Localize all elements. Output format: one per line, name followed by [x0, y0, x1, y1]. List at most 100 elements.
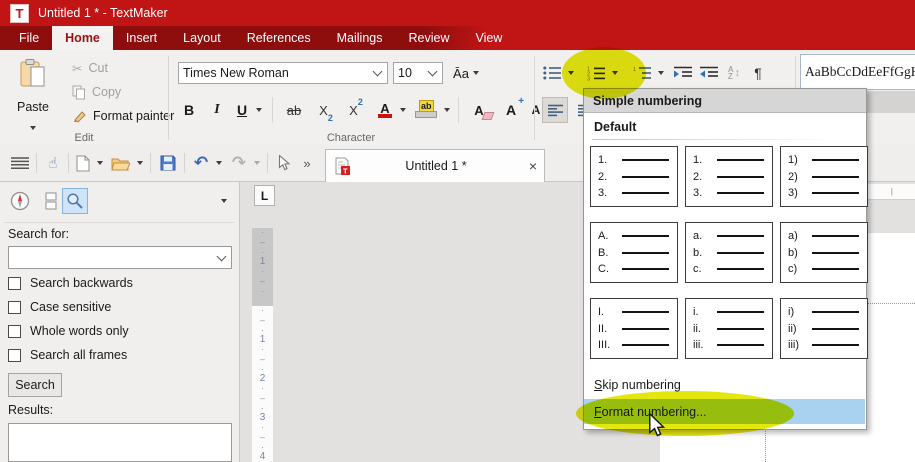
numbering-preset-123[interactable]: 1)2)3) — [780, 146, 868, 207]
option-whole-words-only[interactable]: Whole words only — [8, 323, 129, 339]
vertical-ruler[interactable]: ·–·1·–·2·–·3·–·4 — [252, 306, 273, 462]
checkbox-icon[interactable] — [8, 277, 21, 290]
superscript-button[interactable]: X2 — [342, 97, 370, 123]
numbering-preset-abc[interactable]: a.b.c. — [685, 222, 773, 283]
sort-button[interactable]: AZ ↕ — [722, 60, 746, 86]
document-tab-close-icon[interactable]: × — [522, 158, 544, 174]
format-painter-label: Format painter — [93, 109, 174, 123]
menu-tab-layout[interactable]: Layout — [170, 26, 234, 50]
paste-dropdown-arrow[interactable] — [30, 126, 36, 130]
bold-button[interactable]: B — [176, 97, 202, 123]
redo-dropdown-arrow[interactable] — [250, 152, 263, 174]
font-color-dropdown-arrow[interactable] — [396, 97, 409, 123]
numbering-preset-123[interactable]: 1. 2. 3. — [590, 146, 678, 207]
multilevel-list-dropdown-arrow[interactable] — [654, 60, 667, 86]
font-name-dropdown-arrow[interactable] — [373, 67, 383, 77]
object-mode-button[interactable] — [272, 152, 296, 174]
new-document-dropdown-arrow[interactable] — [93, 152, 106, 174]
search-input-combo[interactable] — [8, 246, 232, 269]
format-painter-icon — [72, 109, 87, 124]
numbering-preset-IIIIII[interactable]: I.II.III. — [590, 298, 678, 359]
format-painter-button[interactable]: Format painter — [72, 106, 174, 126]
open-folder-icon — [111, 156, 130, 171]
bulleted-list-button[interactable] — [540, 60, 564, 86]
preset-number: 3) — [788, 187, 812, 199]
font-name-combo[interactable]: Times New Roman — [178, 62, 388, 84]
search-history-dropdown-arrow[interactable] — [217, 251, 227, 261]
copy-icon — [72, 85, 86, 100]
italic-button[interactable]: I — [204, 97, 230, 123]
new-document-button[interactable] — [73, 152, 93, 174]
numbering-preset-ABC[interactable]: A.B.C. — [590, 222, 678, 283]
hand-tool-button[interactable]: ☝ — [41, 152, 65, 174]
strikethrough-button[interactable]: ab — [278, 97, 310, 123]
ribbon-layout-button[interactable] — [8, 152, 32, 174]
menu-tab-file[interactable]: File — [6, 26, 52, 50]
numbering-preset-iiiiii[interactable]: i.ii.iii. — [685, 298, 773, 359]
toolbar-more-button[interactable]: » — [298, 152, 316, 174]
font-size-dropdown-arrow[interactable] — [428, 67, 438, 77]
search-input[interactable] — [12, 248, 216, 268]
document-tab[interactable]: T Untitled 1 * × — [325, 149, 545, 182]
preset-number: 2. — [598, 171, 622, 183]
open-document-button[interactable] — [108, 152, 132, 174]
subscript-button[interactable]: X2 — [312, 97, 340, 123]
reset-formatting-icon: A — [474, 103, 483, 118]
numbering-preset-iiiiii[interactable]: i)ii)iii) — [780, 298, 868, 359]
formatting-marks-button[interactable]: ¶ — [748, 60, 768, 86]
grow-font-button[interactable]: A+ — [498, 97, 524, 123]
cut-button[interactable]: ✂ Cut — [72, 58, 108, 78]
paste-button[interactable]: Paste — [8, 56, 58, 132]
tab-stop-selector-button[interactable]: L — [254, 185, 275, 206]
copy-button[interactable]: Copy — [72, 82, 121, 102]
save-button[interactable] — [156, 152, 180, 174]
reset-formatting-button[interactable]: A — [464, 97, 494, 123]
decrease-indent-button[interactable] — [696, 60, 722, 86]
search-button[interactable]: Search — [8, 373, 62, 397]
menu-tab-home[interactable]: Home — [52, 26, 113, 50]
menu-tab-view[interactable]: View — [462, 26, 515, 50]
numbering-preset-abc[interactable]: a)b)c) — [780, 222, 868, 283]
font-color-button[interactable]: A — [372, 97, 398, 123]
menu-tab-insert[interactable]: Insert — [113, 26, 170, 50]
redo-button[interactable]: ↷ — [228, 152, 250, 174]
preset-row: B. — [598, 246, 669, 260]
highlight-dropdown-arrow[interactable] — [440, 97, 453, 123]
change-case-button[interactable]: Āa — [449, 60, 483, 86]
sidebar-search-tab[interactable] — [62, 188, 88, 214]
menu-tab-mailings[interactable]: Mailings — [324, 26, 396, 50]
preset-row: III. — [598, 338, 669, 352]
preset-line — [812, 159, 859, 161]
numbering-preset-123[interactable]: 1.2.3. — [685, 146, 773, 207]
preset-number: c) — [788, 263, 812, 275]
open-document-dropdown-arrow[interactable] — [133, 152, 146, 174]
preset-line — [812, 344, 859, 346]
menu-tab-references[interactable]: References — [234, 26, 324, 50]
checkbox-icon[interactable] — [8, 325, 21, 338]
font-size-combo[interactable]: 10 — [393, 62, 443, 84]
sidebar-options-dropdown[interactable] — [214, 188, 234, 214]
sidebar-outline-tab[interactable] — [40, 188, 62, 214]
sidebar-navigator-tab[interactable] — [8, 188, 32, 214]
increase-indent-button[interactable] — [670, 60, 696, 86]
checkbox-icon[interactable] — [8, 349, 21, 362]
underline-button[interactable]: U — [230, 97, 254, 123]
styles-gallery-item-normal[interactable]: AaBbCcDdEeFfGgHhIiJ — [800, 54, 915, 90]
vertical-ruler-margin[interactable]: ·–·1·–· — [252, 228, 273, 306]
align-left-button[interactable] — [542, 97, 568, 123]
preset-row: 3. — [598, 186, 669, 200]
underline-dropdown-arrow[interactable] — [252, 97, 266, 123]
superscript-mark: 2 — [358, 97, 363, 107]
preset-row: b. — [693, 246, 764, 260]
option-search-all-frames[interactable]: Search all frames — [8, 347, 127, 363]
option-search-backwards[interactable]: Search backwards — [8, 275, 133, 291]
preset-row: 1. — [598, 153, 669, 167]
highlight-button[interactable]: ab — [412, 97, 440, 123]
results-list[interactable] — [8, 423, 232, 462]
option-case-sensitive[interactable]: Case sensitive — [8, 299, 111, 315]
undo-dropdown-arrow[interactable] — [212, 152, 225, 174]
checkbox-icon[interactable] — [8, 301, 21, 314]
undo-button[interactable]: ↶ — [190, 152, 212, 174]
grow-font-icon: A+ — [506, 102, 516, 118]
menu-tab-review[interactable]: Review — [395, 26, 462, 50]
